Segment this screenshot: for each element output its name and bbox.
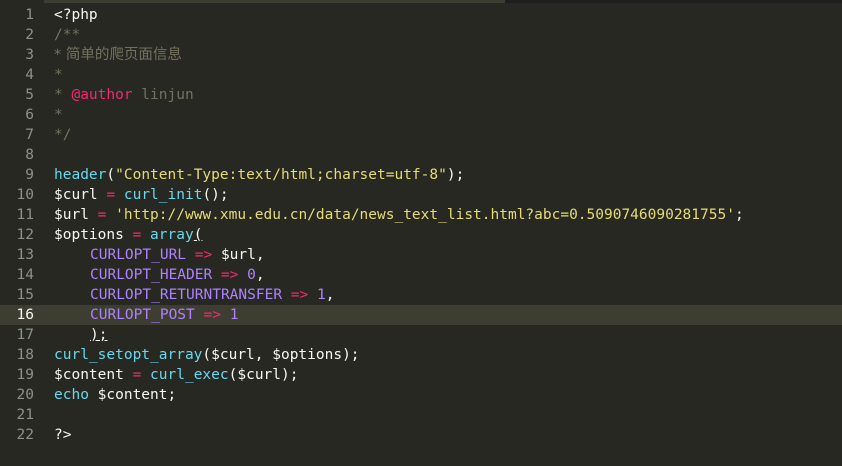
arrow-operator: =>	[186, 247, 221, 263]
function-name: array	[150, 227, 194, 243]
code-rest: ();	[202, 187, 229, 203]
line-number: 7	[25, 127, 34, 143]
line-number: 13	[16, 247, 34, 263]
variable: $options	[54, 227, 124, 243]
code-line-2[interactable]: /**	[0, 25, 842, 45]
line-number-gutter[interactable]: 1 2 3 4 5 6 7 8 9 10 11 12 13 14 15 16 1…	[0, 5, 44, 445]
comment-open: /**	[54, 27, 81, 43]
active-tab-indicator[interactable]	[0, 0, 505, 3]
code-line-13[interactable]: CURLOPT_URL => $url,	[0, 245, 842, 265]
line-number-current: 16	[16, 307, 34, 323]
code-rest: ;	[734, 207, 744, 223]
constant: CURLOPT_URL	[90, 247, 187, 263]
operator: =	[97, 187, 124, 203]
code-editor[interactable]: <?php /** * 简单的爬页面信息 * * @author linjun …	[0, 0, 842, 466]
code-line-10[interactable]: $curl = curl_init();	[0, 185, 842, 205]
operator: =	[88, 207, 116, 223]
function-name: header	[54, 167, 107, 183]
code-line-1[interactable]: <?php	[0, 5, 842, 25]
code-line-3[interactable]: * 简单的爬页面信息	[0, 45, 842, 65]
arrow-operator: =>	[212, 267, 248, 283]
line-number: 12	[16, 227, 34, 243]
comment-star: *	[54, 87, 72, 103]
code-line-8[interactable]	[0, 145, 842, 165]
string-literal: 'http://www.xmu.edu.cn/data/news_text_li…	[115, 207, 735, 223]
constant: CURLOPT_RETURNTRANSFER	[90, 287, 283, 303]
constant: CURLOPT_POST	[90, 307, 195, 323]
code-rest: ,	[255, 267, 265, 283]
line-number: 2	[25, 27, 34, 43]
line-number: 18	[16, 347, 34, 363]
line-number: 3	[25, 47, 34, 63]
line-number: 11	[16, 207, 34, 223]
code-line-15[interactable]: CURLOPT_RETURNTRANSFER => 1,	[0, 285, 842, 305]
code-line-22[interactable]: ?>	[0, 425, 842, 445]
code-rest: ($curl, $options);	[202, 347, 360, 363]
variable: $url	[220, 247, 256, 263]
doc-tag-author: @author	[71, 87, 133, 103]
arrow-operator: =>	[282, 287, 317, 303]
comment-star: *	[54, 67, 63, 83]
line-number: 10	[16, 187, 34, 203]
code-line-7[interactable]: */	[0, 125, 842, 145]
code-line-6[interactable]: *	[0, 105, 842, 125]
line-number: 21	[16, 407, 34, 423]
line-number: 4	[25, 67, 34, 83]
line-number: 9	[25, 167, 34, 183]
code-line-4[interactable]: *	[0, 65, 842, 85]
number-literal: 1	[316, 287, 326, 303]
string-literal: "Content-Type:text/html;charset=utf-8"	[115, 167, 447, 183]
variable: $url	[54, 207, 89, 223]
code-line-11[interactable]: $url = 'http://www.xmu.edu.cn/data/news_…	[0, 205, 842, 225]
tab-bar-strip	[0, 0, 842, 3]
code-line-16-current[interactable]: CURLOPT_POST => 1	[0, 305, 842, 325]
paren: (	[193, 227, 203, 243]
line-number: 22	[16, 427, 34, 443]
php-close-tag: ?>	[54, 427, 72, 443]
constant: CURLOPT_HEADER	[90, 267, 213, 283]
keyword-echo: echo	[54, 387, 89, 403]
function-name: curl_setopt_array	[54, 347, 203, 363]
code-line-9[interactable]: header("Content-Type:text/html;charset=u…	[0, 165, 842, 185]
php-open-tag: <?php	[54, 7, 98, 23]
variable: $curl	[54, 187, 98, 203]
code-line-14[interactable]: CURLOPT_HEADER => 0,	[0, 265, 842, 285]
code-line-18[interactable]: curl_setopt_array($curl, $options);	[0, 345, 842, 365]
comment-close: */	[54, 127, 72, 143]
code-rest: ,	[325, 287, 335, 303]
code-line-20[interactable]: echo $content;	[0, 385, 842, 405]
line-number: 1	[25, 7, 34, 23]
line-number: 5	[25, 87, 34, 103]
function-name: curl_init	[123, 187, 203, 203]
operator: =	[123, 367, 151, 383]
paren: (	[106, 167, 116, 183]
code-rest: ($curl);	[228, 367, 299, 383]
code-line-19[interactable]: $content = curl_exec($curl);	[0, 365, 842, 385]
comment-description: * 简单的爬页面信息	[54, 47, 182, 63]
code-area[interactable]: <?php /** * 简单的爬页面信息 * * @author linjun …	[0, 5, 842, 445]
line-number: 14	[16, 267, 34, 283]
code-line-12[interactable]: $options = array(	[0, 225, 842, 245]
line-number: 17	[16, 327, 34, 343]
number-literal: 0	[247, 267, 256, 283]
line-number: 6	[25, 107, 34, 123]
paren: );	[446, 167, 465, 183]
line-number: 19	[16, 367, 34, 383]
code-line-5[interactable]: * @author linjun	[0, 85, 842, 105]
line-number: 20	[16, 387, 34, 403]
operator: =	[123, 227, 151, 243]
author-name: linjun	[132, 87, 194, 103]
closing-paren: );	[90, 327, 108, 343]
code-rest: $content;	[88, 387, 177, 403]
arrow-operator: =>	[194, 307, 230, 323]
code-line-21[interactable]	[0, 405, 842, 425]
code-line-17[interactable]: );	[0, 325, 842, 345]
comment-star: *	[54, 107, 63, 123]
number-literal: 1	[229, 307, 239, 323]
line-number: 8	[25, 147, 34, 163]
variable: $content	[54, 367, 124, 383]
code-rest: ,	[255, 247, 265, 263]
line-number: 15	[16, 287, 34, 303]
function-name: curl_exec	[150, 367, 229, 383]
